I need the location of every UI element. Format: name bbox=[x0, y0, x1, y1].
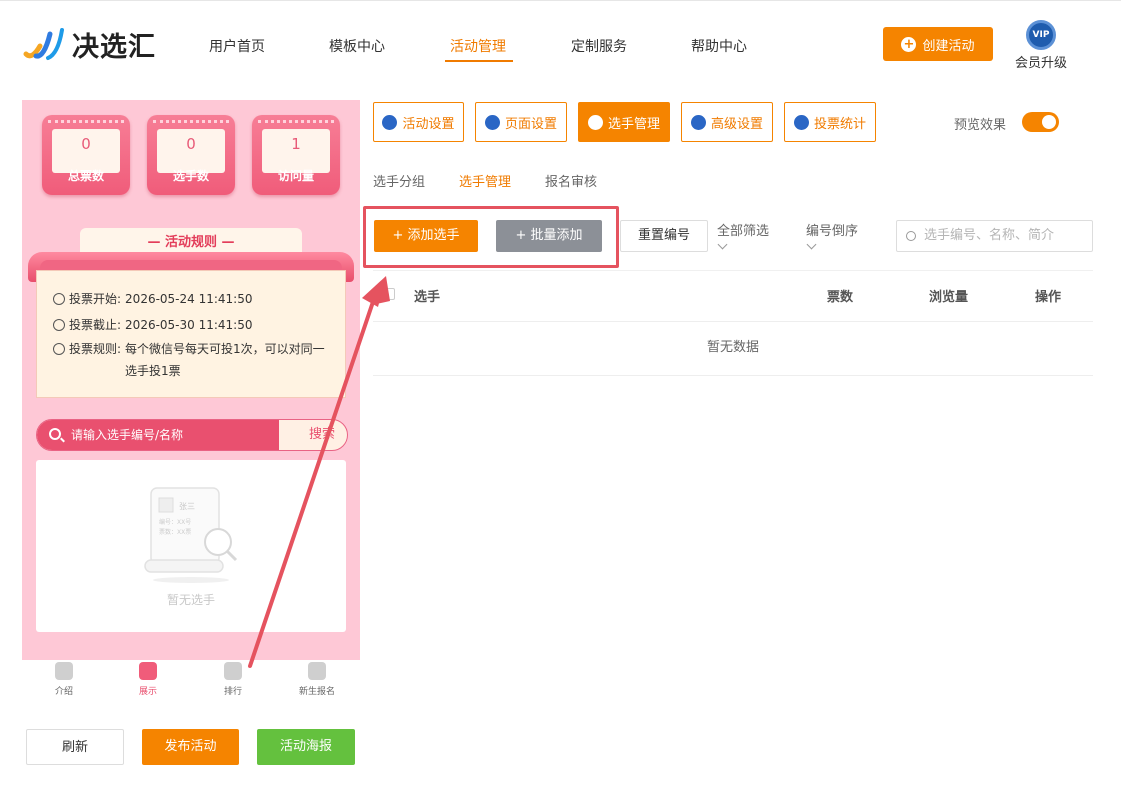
annotation-arrow bbox=[248, 276, 390, 668]
